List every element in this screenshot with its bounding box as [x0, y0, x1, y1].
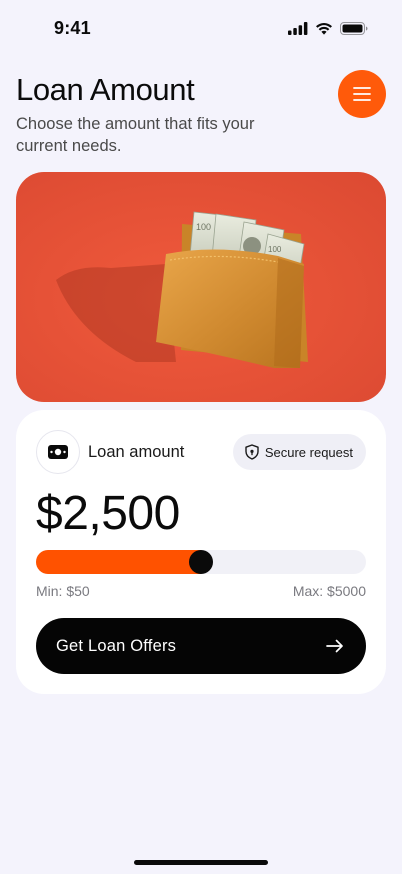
cash-icon	[48, 445, 68, 459]
svg-text:100: 100	[268, 245, 282, 254]
arrow-right-icon	[326, 639, 343, 653]
home-indicator	[134, 860, 268, 865]
slider-fill	[36, 550, 201, 574]
signal-icon	[288, 22, 308, 35]
status-icons	[288, 22, 368, 35]
slider-max-label: Max: $5000	[292, 583, 366, 599]
battery-icon	[340, 22, 368, 35]
slider-thumb[interactable]	[189, 550, 213, 574]
loan-amount-value: $2,500	[36, 487, 180, 540]
page-subtitle: Choose the amount that fits your current…	[16, 115, 255, 155]
shield-icon	[245, 444, 259, 460]
get-loan-offers-button[interactable]: Get Loan Offers	[36, 618, 366, 674]
secure-request-label: Secure request	[264, 444, 353, 460]
loan-amount-card: Loan amount Secure request $2,500 Min: $…	[16, 410, 386, 694]
page-title: Loan Amount	[16, 72, 195, 107]
secure-request-badge: Secure request	[232, 434, 366, 470]
slider-min-label: Min: $50	[36, 583, 90, 599]
menu-button[interactable]	[338, 70, 386, 118]
menu-icon	[353, 87, 371, 101]
status-bar: 9:41	[0, 0, 402, 58]
cash-icon-container	[36, 430, 80, 474]
wallet-with-cash-photo: 100 100	[16, 172, 386, 402]
loan-amount-label: Loan amount	[88, 443, 185, 461]
wifi-icon	[316, 23, 332, 35]
svg-text:100: 100	[196, 222, 211, 232]
status-time: 9:41	[54, 18, 91, 38]
loan-amount-slider[interactable]	[36, 550, 366, 574]
hero-image: 100 100	[16, 172, 386, 402]
get-loan-offers-label: Get Loan Offers	[56, 636, 177, 655]
